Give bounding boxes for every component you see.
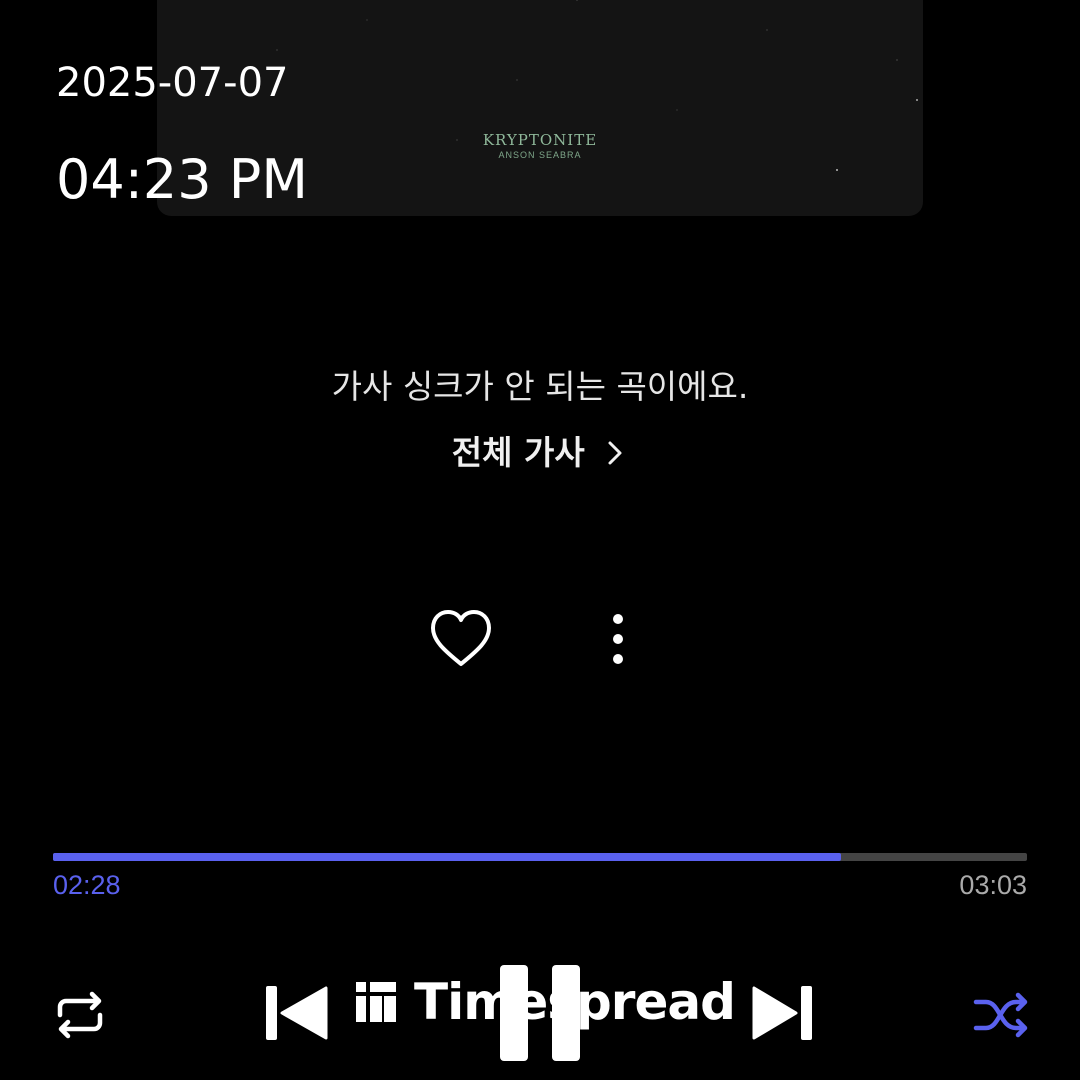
progress-bar-fill (53, 853, 841, 861)
elapsed-time: 02:28 (53, 870, 121, 900)
album-art-title: KRYPTONITE (482, 131, 598, 149)
full-lyrics-label: 전체 가사 (451, 433, 585, 472)
heart-icon[interactable] (428, 606, 494, 672)
progress-bar[interactable] (53, 853, 1027, 861)
overlay-date: 2025-07-07 (56, 60, 289, 106)
full-lyrics-link[interactable]: 전체 가사 (0, 426, 1080, 474)
watermark: Timespread (354, 972, 736, 1032)
skip-previous-icon[interactable] (262, 982, 332, 1044)
timespread-logo-icon (356, 982, 396, 1022)
more-vertical-icon[interactable] (600, 610, 636, 670)
total-time: 03:03 (959, 870, 1027, 900)
lyrics-sync-message: 가사 싱크가 안 되는 곡이에요. (331, 367, 749, 406)
skip-next-icon[interactable] (750, 982, 816, 1044)
overlay-time: 04:23 PM (56, 148, 308, 211)
chevron-right-icon (608, 441, 622, 465)
repeat-icon[interactable] (50, 985, 110, 1045)
watermark-text: Timespread (414, 973, 736, 1031)
shuffle-icon[interactable] (970, 985, 1032, 1045)
